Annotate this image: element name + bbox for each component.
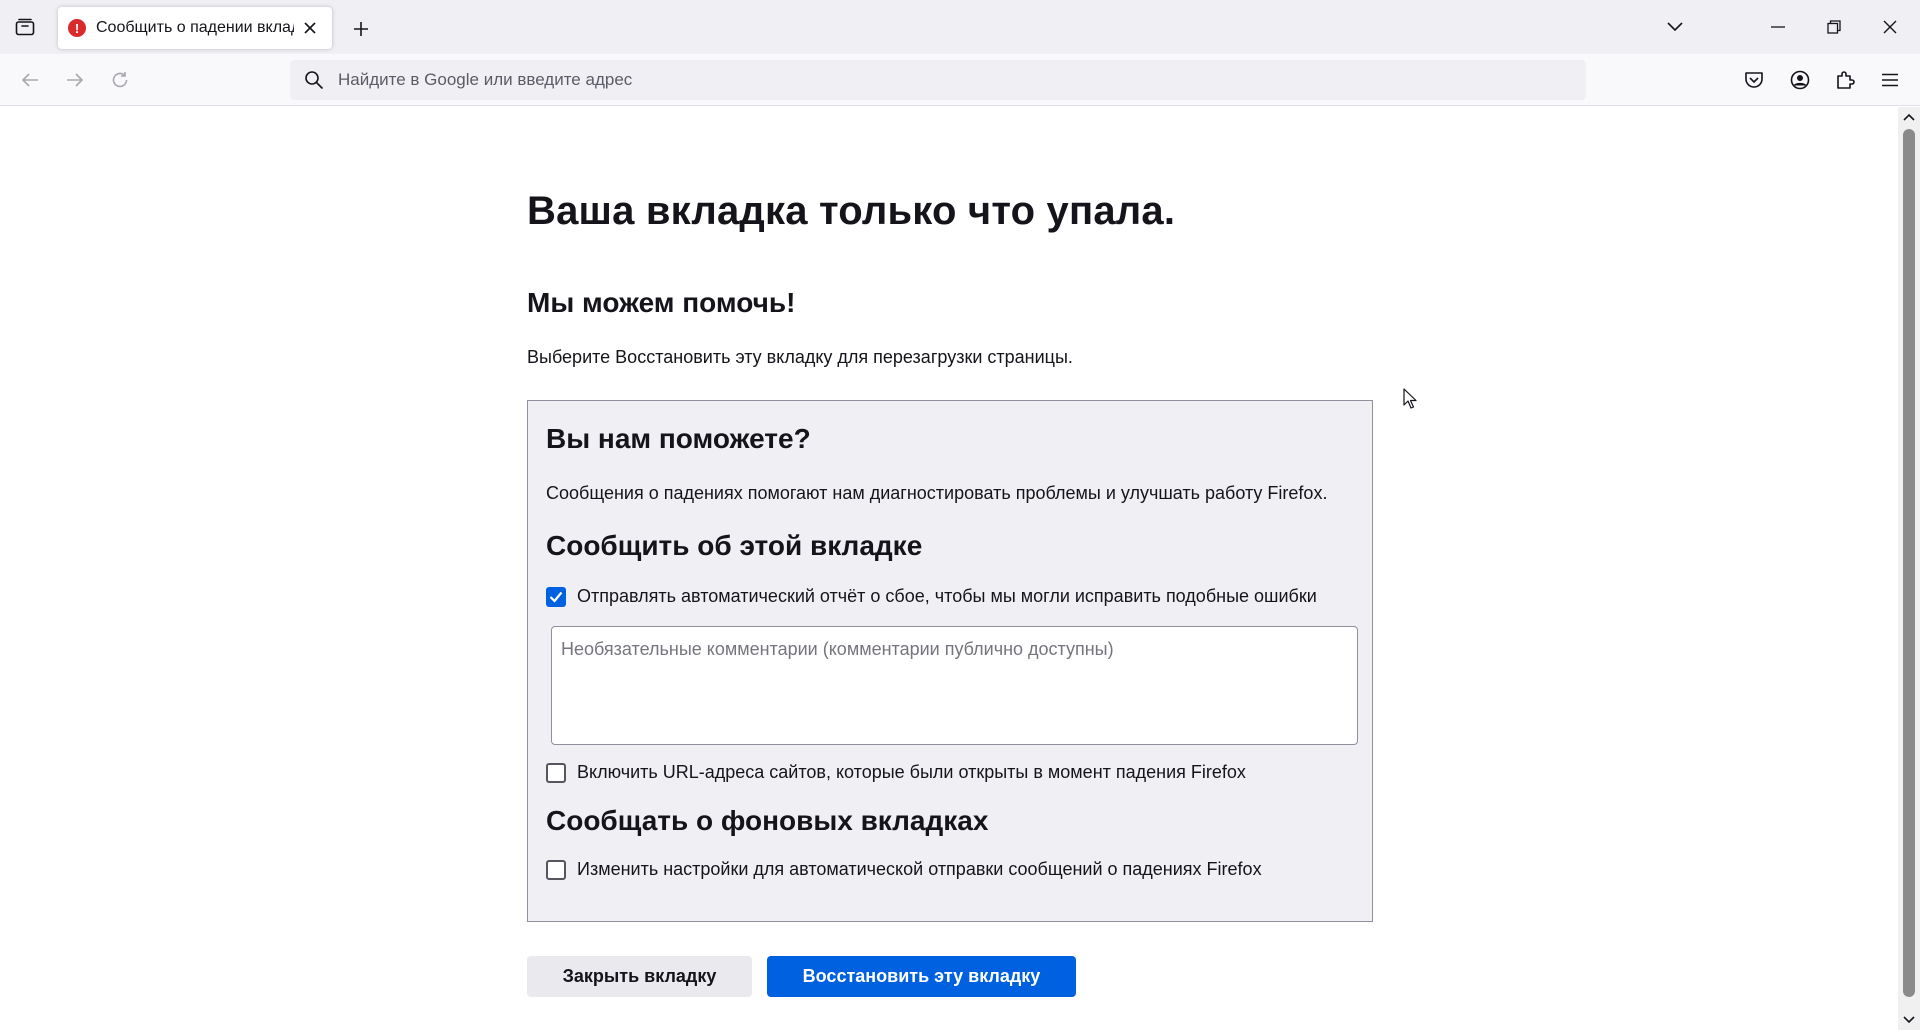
pocket-button[interactable] (1735, 61, 1773, 99)
restore-window-icon (1827, 20, 1841, 34)
report-heading: Вы нам поможете? (546, 423, 811, 454)
close-icon (1883, 20, 1897, 34)
report-description: Сообщения о падениях помогают нам диагно… (546, 483, 1328, 503)
background-tabs-heading: Сообщать о фоновых вкладках (546, 805, 989, 836)
restore-window-button[interactable] (1806, 0, 1862, 54)
tab-title: Сообщить о падении вкладки (96, 19, 294, 36)
auto-report-checkbox[interactable] (546, 586, 566, 607)
restore-tab-button[interactable]: Восстановить эту вкладку (767, 956, 1076, 997)
page-title: Ваша вкладка только что упала. (527, 189, 1176, 233)
auto-submit-checkbox[interactable] (546, 859, 566, 880)
arrow-right-icon (67, 73, 84, 87)
extensions-button[interactable] (1826, 61, 1864, 99)
tab-crash-report[interactable]: ! Сообщить о падении вкладки (58, 7, 332, 49)
scrollbar-thumb[interactable] (1903, 129, 1915, 997)
address-input[interactable] (338, 70, 1538, 90)
firefox-view-button[interactable] (8, 10, 42, 44)
account-icon (1790, 70, 1810, 90)
back-button[interactable] (11, 61, 49, 99)
auto-report-label: Отправлять автоматический отчёт о сбое, … (577, 586, 1317, 606)
tab-section-heading: Сообщить об этой вкладке (546, 530, 923, 561)
crash-report-box: Вы нам поможете? Сообщения о падениях по… (527, 400, 1373, 922)
firefox-view-icon (15, 18, 35, 36)
hamburger-menu-icon (1882, 73, 1898, 87)
crash-page-header: Ваша вкладка только что упала. Мы можем … (527, 187, 1373, 368)
comments-field[interactable] (551, 626, 1358, 745)
puzzle-piece-icon (1837, 71, 1855, 89)
mouse-cursor-icon (1403, 388, 1417, 409)
include-urls-checkbox[interactable] (546, 762, 566, 783)
address-bar[interactable] (290, 60, 1586, 100)
search-icon (305, 71, 324, 90)
tab-close-button[interactable] (298, 16, 322, 40)
arrow-left-icon (21, 73, 38, 87)
chevron-down-icon (1667, 22, 1683, 32)
scroll-up-button[interactable] (1898, 107, 1920, 127)
close-icon (304, 22, 316, 34)
pocket-icon (1745, 72, 1763, 88)
minimize-icon (1771, 26, 1785, 28)
vertical-scrollbar[interactable] (1898, 107, 1920, 1030)
chevron-down-icon (1903, 1016, 1915, 1024)
tab-strip: ! Сообщить о падении вкладки (0, 0, 1920, 54)
auto-submit-option[interactable]: Изменить настройки для автоматической от… (546, 859, 1354, 880)
auto-report-option[interactable]: Отправлять автоматический отчёт о сбое, … (546, 586, 1354, 607)
page-content: Ваша вкладка только что упала. Мы можем … (0, 107, 1898, 1030)
page-subtitle: Мы можем помочь! (527, 287, 796, 318)
new-tab-button[interactable] (344, 12, 378, 46)
close-tab-button[interactable]: Закрыть вкладку (527, 956, 752, 997)
crash-warning-icon: ! (68, 19, 86, 37)
reload-button[interactable] (101, 61, 139, 99)
forward-button[interactable] (56, 61, 94, 99)
scroll-down-button[interactable] (1898, 1010, 1920, 1030)
app-menu-button[interactable] (1871, 61, 1909, 99)
chevron-up-icon (1903, 113, 1915, 121)
include-urls-option[interactable]: Включить URL-адреса сайтов, которые были… (546, 762, 1354, 783)
account-button[interactable] (1781, 61, 1819, 99)
navigation-toolbar (0, 54, 1920, 106)
close-window-button[interactable] (1862, 0, 1918, 54)
auto-submit-label: Изменить настройки для автоматической от… (577, 859, 1262, 879)
plus-icon (354, 22, 368, 36)
list-all-tabs-button[interactable] (1647, 0, 1703, 54)
include-urls-label: Включить URL-адреса сайтов, которые были… (577, 762, 1246, 782)
reload-icon (112, 72, 128, 88)
checkmark-icon (549, 591, 563, 603)
minimize-button[interactable] (1750, 0, 1806, 54)
intro-text: Выберите Восстановить эту вкладку для пе… (527, 347, 1073, 367)
